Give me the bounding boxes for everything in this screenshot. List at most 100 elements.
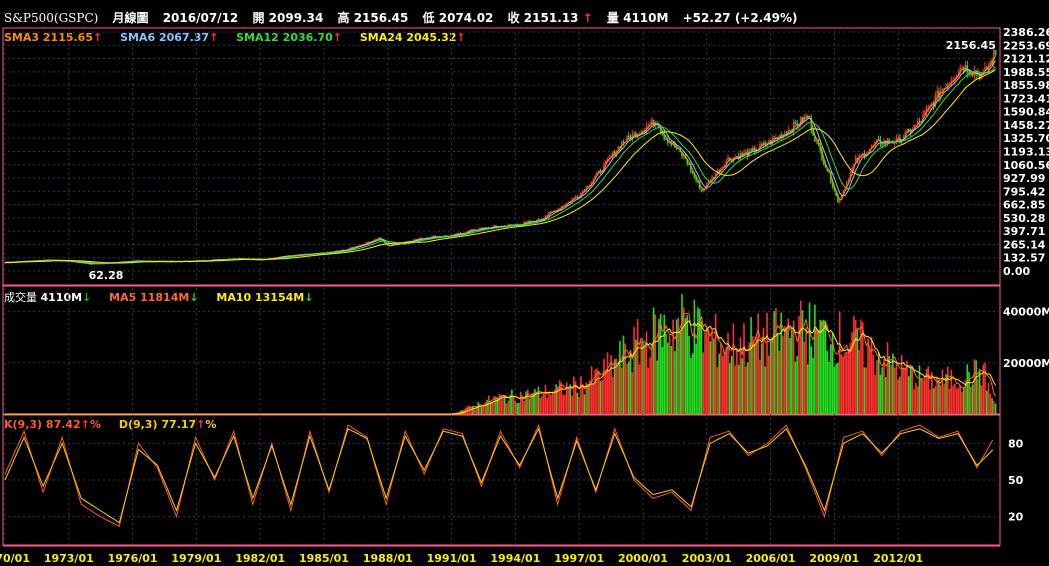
volume-bar xyxy=(773,311,775,414)
volume-bar xyxy=(539,397,541,414)
x-tick-label: 1985/01 xyxy=(299,552,349,565)
volume-bar xyxy=(752,336,754,414)
volume-bar xyxy=(876,360,878,414)
volume-bar xyxy=(782,335,784,414)
price-tick-label: 2386.26 xyxy=(1003,26,1049,39)
price-tick-label: 530.28 xyxy=(1003,212,1045,225)
volume-bar xyxy=(975,360,977,414)
volume-bar xyxy=(867,338,869,414)
volume-bar xyxy=(519,391,522,414)
volume-bar xyxy=(681,293,683,414)
volume-bar xyxy=(636,319,639,414)
volume-bar xyxy=(952,385,954,414)
volume-bar xyxy=(961,391,963,414)
volume-bar xyxy=(755,336,758,414)
volume-bar xyxy=(649,357,651,414)
volume-bar xyxy=(564,394,566,414)
volume-bar xyxy=(833,366,836,414)
candle-body xyxy=(597,170,600,173)
candle-body xyxy=(805,115,807,117)
volume-bar xyxy=(695,343,697,414)
volume-bar xyxy=(883,358,885,414)
volume-bar xyxy=(512,395,515,414)
volume-bar xyxy=(705,325,708,414)
volume-bar xyxy=(787,318,790,414)
x-tick-label: 1994/01 xyxy=(490,552,540,565)
volume-bar xyxy=(923,378,926,414)
kd-line-d xyxy=(4,427,994,524)
volume-bar xyxy=(647,367,650,414)
volume-bar xyxy=(626,363,628,414)
sma-line-sma3 xyxy=(4,55,996,265)
volume-bar xyxy=(946,366,949,414)
price-tick-label: 397.71 xyxy=(1003,225,1045,238)
volume-bar xyxy=(682,307,685,414)
volume-bar xyxy=(806,364,809,414)
candle-body xyxy=(897,137,899,139)
volume-bar xyxy=(892,353,894,414)
candle-body xyxy=(628,135,630,138)
price-tick-label: 927.99 xyxy=(1003,172,1045,185)
volume-bar xyxy=(629,350,632,414)
price-tick-label: 265.14 xyxy=(1003,238,1046,251)
volume-bar xyxy=(486,399,488,414)
volume-bar xyxy=(805,327,807,414)
candles xyxy=(4,48,997,265)
volume-bar xyxy=(518,402,520,414)
volume-bar xyxy=(828,361,830,414)
volume-bar xyxy=(881,367,884,414)
candle-body xyxy=(789,129,791,132)
volume-bar xyxy=(576,392,579,414)
volume-bar xyxy=(768,355,770,414)
volume-bar xyxy=(794,361,797,414)
volume-bar xyxy=(812,357,814,414)
volume-bar xyxy=(906,360,908,414)
candle-body xyxy=(881,144,884,146)
volume-bar xyxy=(966,364,969,414)
volume-bar xyxy=(668,335,671,414)
volume-bar xyxy=(783,326,786,414)
volume-bar xyxy=(993,400,995,414)
volume-bar xyxy=(578,396,580,414)
price-tick-label: 1988.55 xyxy=(1003,66,1049,79)
volume-bar xyxy=(688,336,690,414)
volume-bar xyxy=(691,353,694,414)
volume-bar xyxy=(744,366,747,414)
volume-bar xyxy=(732,323,735,414)
volume-bar xyxy=(725,347,728,414)
candle-body xyxy=(794,122,797,125)
volume-bar xyxy=(962,387,965,414)
volume-bar xyxy=(911,365,914,414)
volume-bar xyxy=(853,315,855,414)
volume-bar xyxy=(948,388,951,414)
volume-bar xyxy=(895,363,898,414)
candle-body xyxy=(622,141,625,143)
volume-bar xyxy=(624,343,627,414)
x-tick-label: 1970/01 xyxy=(0,552,30,565)
volume-bar xyxy=(654,314,657,414)
candle-body xyxy=(936,90,938,96)
volume-bar xyxy=(573,376,575,414)
volume-bar xyxy=(526,389,529,414)
volume-bar xyxy=(581,384,584,414)
volume-bar xyxy=(587,384,589,414)
volume-bar xyxy=(869,348,871,414)
volume-bar xyxy=(718,353,720,414)
volume-bar xyxy=(890,365,892,414)
volume-bar xyxy=(651,346,653,414)
stock-chart[interactable]: 1970/01 1973/01 1976/01 1979/01 1982/01 1985/… xyxy=(0,0,1049,566)
candle-body xyxy=(744,151,747,153)
volume-bar xyxy=(580,376,582,414)
volume-bar xyxy=(766,312,768,414)
volume-bar xyxy=(482,405,485,414)
volume-bar xyxy=(592,383,595,414)
volume-bar xyxy=(638,364,641,414)
volume-bar xyxy=(971,384,974,414)
volume-bar xyxy=(571,395,573,414)
volume-bar xyxy=(902,367,905,414)
volume-bar xyxy=(606,352,609,414)
volume-bar xyxy=(888,355,891,414)
volume-bar xyxy=(720,343,722,414)
volume-bar xyxy=(686,315,689,414)
x-tick-label: 1991/01 xyxy=(427,552,477,565)
